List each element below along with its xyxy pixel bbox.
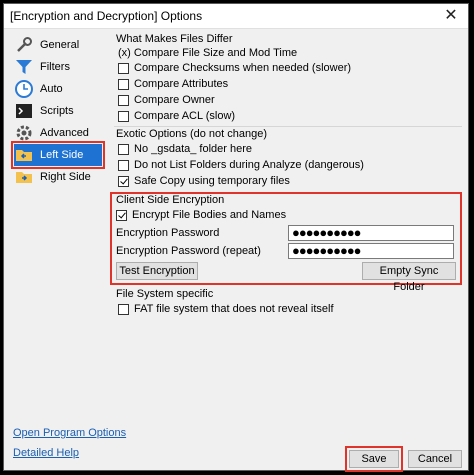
checkbox[interactable] [118, 94, 129, 106]
sidebar-item-label: Left Side [40, 149, 84, 161]
folder-left-icon [14, 145, 34, 165]
password-input[interactable]: ●●●●●●●●●● [288, 225, 454, 241]
option-label: FAT file system that does not reveal its… [134, 303, 334, 315]
compare-checksums-option[interactable]: Compare Checksums when needed (slower) [118, 60, 351, 76]
client-encryption-group: Client Side Encryption Encrypt File Bodi… [110, 192, 462, 293]
sidebar-item-advanced[interactable]: Advanced [14, 122, 102, 144]
sidebar-item-right-side[interactable]: Right Side [14, 166, 102, 188]
password-repeat-input[interactable]: ●●●●●●●●●● [288, 243, 454, 259]
detailed-help-link[interactable]: Detailed Help [13, 447, 79, 459]
option-label: Compare Owner [134, 94, 215, 106]
checkbox[interactable] [118, 110, 129, 122]
no-list-folders-option[interactable]: Do not List Folders during Analyze (dang… [118, 157, 364, 173]
open-program-options-link[interactable]: Open Program Options [13, 427, 126, 439]
folder-right-icon [14, 167, 34, 187]
group-title: Exotic Options (do not change) [116, 128, 268, 140]
checkbox[interactable] [118, 78, 129, 90]
divider [114, 126, 462, 127]
no-gsdata-option[interactable]: No _gsdata_ folder here [118, 141, 252, 157]
checkbox-checked[interactable] [116, 209, 127, 221]
sidebar-item-filters[interactable]: Filters [14, 56, 102, 78]
save-button[interactable]: Save [345, 446, 403, 472]
compare-owner-option[interactable]: Compare Owner [118, 92, 215, 108]
sidebar-item-label: Filters [40, 61, 70, 73]
checkbox[interactable] [118, 159, 129, 171]
safe-copy-option[interactable]: Safe Copy using temporary files [118, 173, 290, 189]
sidebar-item-general[interactable]: General [14, 34, 102, 56]
compare-acl-option[interactable]: Compare ACL (slow) [118, 108, 235, 124]
compare-size-mod-text: (x) Compare File Size and Mod Time [118, 47, 298, 59]
sidebar: General Filters Auto Scripts Advanced Le… [10, 32, 106, 412]
group-title: What Makes Files Differ [116, 33, 233, 45]
sidebar-item-label: Right Side [40, 171, 91, 183]
title-bar: [Encryption and Decryption] Options ✕ [4, 4, 468, 29]
sidebar-item-label: General [40, 39, 80, 51]
differ-group: What Makes Files Differ (x) Compare File… [114, 32, 462, 122]
option-label: No _gsdata_ folder here [134, 143, 253, 155]
close-icon[interactable]: ✕ [440, 6, 462, 26]
option-label: Compare Checksums when needed (slower) [134, 62, 352, 74]
window-title: [Encryption and Decryption] Options [10, 9, 203, 23]
group-title: File System specific [116, 288, 214, 300]
options-content: What Makes Files Differ (x) Compare File… [110, 32, 466, 412]
encrypt-bodies-option[interactable]: Encrypt File Bodies and Names [116, 207, 286, 223]
option-label: Safe Copy using temporary files [134, 175, 290, 187]
fs-group: File System specific FAT file system tha… [114, 288, 462, 318]
sidebar-item-scripts[interactable]: Scripts [14, 100, 102, 122]
checkbox[interactable] [118, 143, 129, 155]
test-encryption-button[interactable]: Test Encryption [116, 262, 198, 280]
cancel-button[interactable]: Cancel [408, 450, 462, 468]
sidebar-item-label: Auto [40, 83, 63, 95]
funnel-icon [14, 57, 34, 77]
sidebar-item-left-side[interactable]: Left Side [11, 141, 105, 169]
fat-file-system-option[interactable]: FAT file system that does not reveal its… [118, 301, 334, 317]
exotic-group: Exotic Options (do not change) No _gsdat… [114, 128, 462, 188]
password-repeat-label: Encryption Password (repeat) [116, 245, 261, 257]
clock-icon [14, 79, 34, 99]
sidebar-item-label: Scripts [40, 105, 74, 117]
password-label: Encryption Password [116, 227, 220, 239]
sidebar-item-label: Advanced [40, 127, 89, 139]
wrench-icon [14, 35, 34, 55]
option-label: Compare ACL (slow) [134, 110, 236, 122]
option-label: Encrypt File Bodies and Names [132, 209, 287, 221]
terminal-icon [14, 101, 34, 121]
compare-attributes-option[interactable]: Compare Attributes [118, 76, 228, 92]
option-label: Do not List Folders during Analyze (dang… [134, 159, 364, 171]
gear-icon [14, 123, 34, 143]
options-window: [Encryption and Decryption] Options ✕ Ge… [3, 3, 469, 472]
checkbox[interactable] [118, 303, 129, 315]
option-label: Compare Attributes [134, 78, 229, 90]
sidebar-item-auto[interactable]: Auto [14, 78, 102, 100]
checkbox[interactable] [118, 62, 129, 74]
empty-sync-folder-button[interactable]: Empty Sync Folder [362, 262, 456, 293]
group-title: Client Side Encryption [116, 194, 225, 206]
checkbox-checked[interactable] [118, 175, 129, 187]
